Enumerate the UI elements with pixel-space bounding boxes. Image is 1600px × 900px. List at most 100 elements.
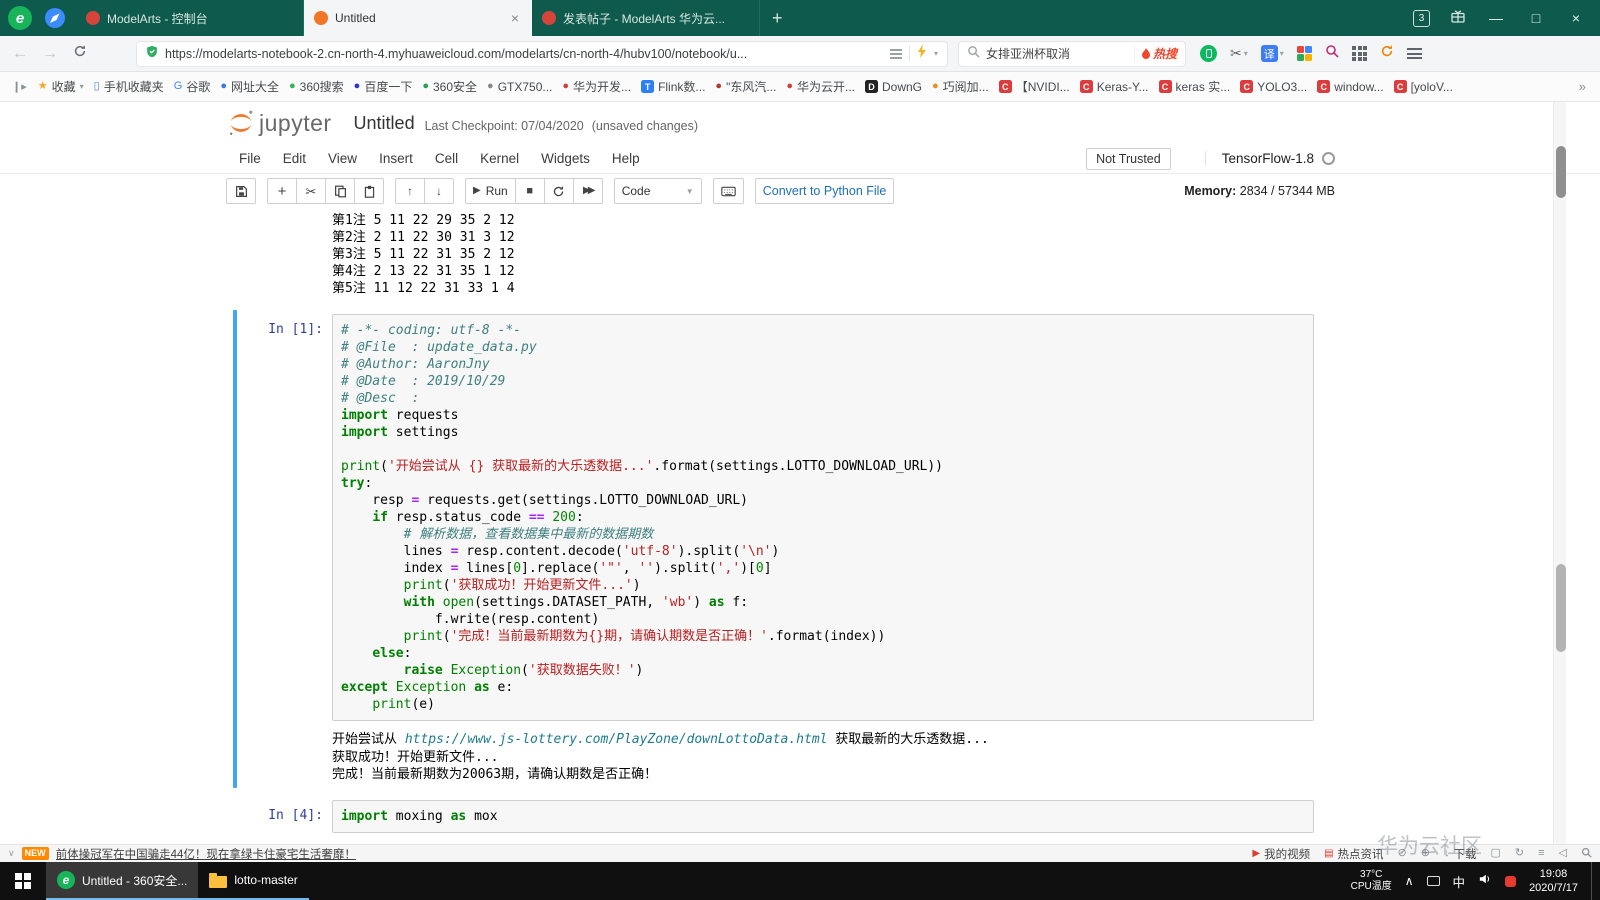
close-button[interactable]: × [1566,10,1586,26]
copy-cell-button[interactable] [325,178,355,204]
maximize-button[interactable]: □ [1526,10,1546,26]
back-icon[interactable]: ← [10,45,30,63]
bookmark-item[interactable]: C keras 实... [1154,75,1236,98]
bookmarks-overflow-icon[interactable]: » [1571,79,1594,94]
tray-expand-icon[interactable]: ∧ [1405,874,1414,888]
bookmark-item[interactable]: ● 网址大全 [215,75,284,98]
menu-item[interactable]: Widgets [532,147,599,170]
taskbar-app-browser[interactable]: e Untitled - 360安全... [46,862,199,900]
navigator-compass-icon[interactable] [44,7,66,29]
hot-news-link[interactable]: ▤ 热点资讯 [1324,846,1383,862]
minimize-button[interactable]: — [1486,10,1506,26]
news-headline-link[interactable]: 前体操冠军在中国骗走44亿！现在拿绿卡住豪宅生活奢靡！ [56,846,356,862]
bookmark-item[interactable]: ● 华为云开... [781,75,860,98]
menu-item[interactable]: File [230,147,270,170]
menu-item[interactable]: Help [603,147,649,170]
forward-icon[interactable]: → [40,45,60,63]
bookmark-item[interactable]: ★ 收藏 ▾ [33,75,89,98]
speaker-icon[interactable]: ◁ [1559,848,1567,859]
ime-indicator[interactable]: 中 [1453,872,1466,891]
apps-grid-icon[interactable] [1352,46,1368,61]
code-cell-1[interactable]: In [1]: # -*- coding: utf-8 -*- # @File :… [228,310,1314,787]
download-manager-link[interactable]: ↓ 下载 [1444,846,1477,862]
speed-mode-lightning-icon[interactable] [917,44,927,63]
scrollbar-thumb[interactable] [1555,564,1566,652]
restart-run-all-button[interactable]: ▶▶ [572,178,603,204]
start-button[interactable] [0,862,46,900]
code-cell-2[interactable]: In [4]: import moxing as mox [228,799,1314,833]
tab-untitled-notebook[interactable]: Untitled × [304,0,532,36]
site-safety-icon[interactable] [146,45,158,63]
menu-item[interactable]: Edit [274,147,315,170]
taskbar-clock[interactable]: 19:08 2020/7/17 [1529,867,1578,896]
tab-close-icon[interactable]: × [509,10,521,26]
command-palette-button[interactable] [712,178,744,204]
bookmark-item[interactable]: ● 360安全 [417,75,482,98]
skin-gift-icon[interactable] [1450,8,1466,29]
save-button[interactable] [226,178,256,204]
interrupt-kernel-button[interactable]: ■ [514,178,545,204]
notebook-area[interactable]: 第1注 5 11 22 29 35 2 12 第2注 2 11 22 30 31 … [0,208,1600,844]
addon-icon[interactable]: ⊕ [1421,848,1430,859]
restart-kernel-button[interactable] [543,178,574,204]
menu-icon[interactable] [1407,48,1423,59]
collapse-news-icon[interactable]: ∨ [8,848,15,859]
menu-item[interactable]: Insert [370,147,422,170]
scrollbar-track[interactable] [1553,102,1566,844]
bookmark-item[interactable]: ● 360搜索 [284,75,349,98]
zoom-icon[interactable] [1581,847,1592,861]
notebook-title[interactable]: Untitled [354,113,415,134]
translate-tool[interactable]: 译 ▾ [1260,45,1284,62]
jupyter-logo[interactable]: jupyter [226,109,332,137]
cell-type-dropdown[interactable]: Code ▼ [613,178,702,204]
menu-item[interactable]: Cell [426,147,467,170]
refresh-icon[interactable]: ↻ [1515,848,1524,859]
add-cell-button[interactable]: + [267,178,297,204]
window-icon[interactable]: ▢ [1490,848,1500,859]
restore-history-icon[interactable] [1380,44,1394,63]
bookmark-item[interactable]: C Keras-Y... [1075,77,1154,97]
pin-icon[interactable]: ⊙ [1398,848,1407,859]
360-safety-tray-icon[interactable] [1505,875,1517,887]
new-tab-button[interactable]: + [760,8,795,29]
not-trusted-button[interactable]: Not Trusted [1086,147,1171,170]
bookmark-item[interactable]: T Flink数... [636,75,710,98]
mobile-connect-icon[interactable] [1200,45,1217,62]
image-search-icon[interactable] [1325,44,1339,63]
tab-forum-post[interactable]: 发表帖子 - ModelArts 华为云... [532,0,760,36]
tab-modelarts-console[interactable]: ModelArts - 控制台 [76,0,304,36]
volume-icon[interactable] [1478,872,1492,890]
bookmark-item[interactable]: C 【NVIDI... [994,75,1075,98]
taskbar-app-folder[interactable]: lotto-master [198,862,309,900]
browser-search-box[interactable]: 女排亚洲杯取消 热搜 [958,40,1186,67]
cut-cell-button[interactable]: ✂ [296,178,326,204]
bookmark-item[interactable]: C [yoloV... [1389,77,1458,97]
plugins-icon[interactable] [1296,45,1313,62]
list-icon[interactable]: ≡ [1538,848,1544,859]
favorites-panel-icon[interactable]: ❙▸ [6,80,33,93]
tab-count-badge[interactable]: 3 [1413,9,1430,27]
url-field[interactable]: https://modelarts-notebook-2.cn-north-4.… [136,40,948,67]
menu-item[interactable]: Kernel [471,147,528,170]
bookmark-item[interactable]: ● GTX750... [482,77,557,97]
bookmark-item[interactable]: ▯ 手机收藏夹 [89,75,169,98]
convert-to-python-button[interactable]: Convert to Python File [754,178,895,204]
bookmark-item[interactable]: ● 巧阅加... [927,75,994,98]
screenshot-tool[interactable]: ✂ ▾ [1230,45,1248,62]
code-editor[interactable]: # -*- coding: utf-8 -*- # @File : update_… [332,314,1314,721]
show-desktop-button[interactable] [1591,862,1597,900]
reader-mode-icon[interactable] [889,48,902,59]
code-editor[interactable]: import moxing as mox [332,799,1314,833]
bookmark-item[interactable]: C YOLO3... [1235,77,1312,97]
bookmark-item[interactable]: ● "东风汽... [710,75,781,98]
caret-down-icon[interactable]: ▾ [934,49,938,58]
bookmark-item[interactable]: C window... [1312,77,1388,97]
reload-icon[interactable] [70,44,90,63]
bookmark-item[interactable]: ● 百度一下 [349,75,418,98]
cpu-temp-widget[interactable]: 37°C CPU温度 [1351,869,1392,894]
move-cell-up-button[interactable]: ↑ [395,178,425,204]
move-cell-down-button[interactable]: ↓ [424,178,454,204]
my-videos-link[interactable]: ▶ 我的视频 [1252,846,1310,862]
bookmark-item[interactable]: G 谷歌 [169,75,216,98]
kernel-name[interactable]: TensorFlow-1.8 [1222,151,1314,166]
